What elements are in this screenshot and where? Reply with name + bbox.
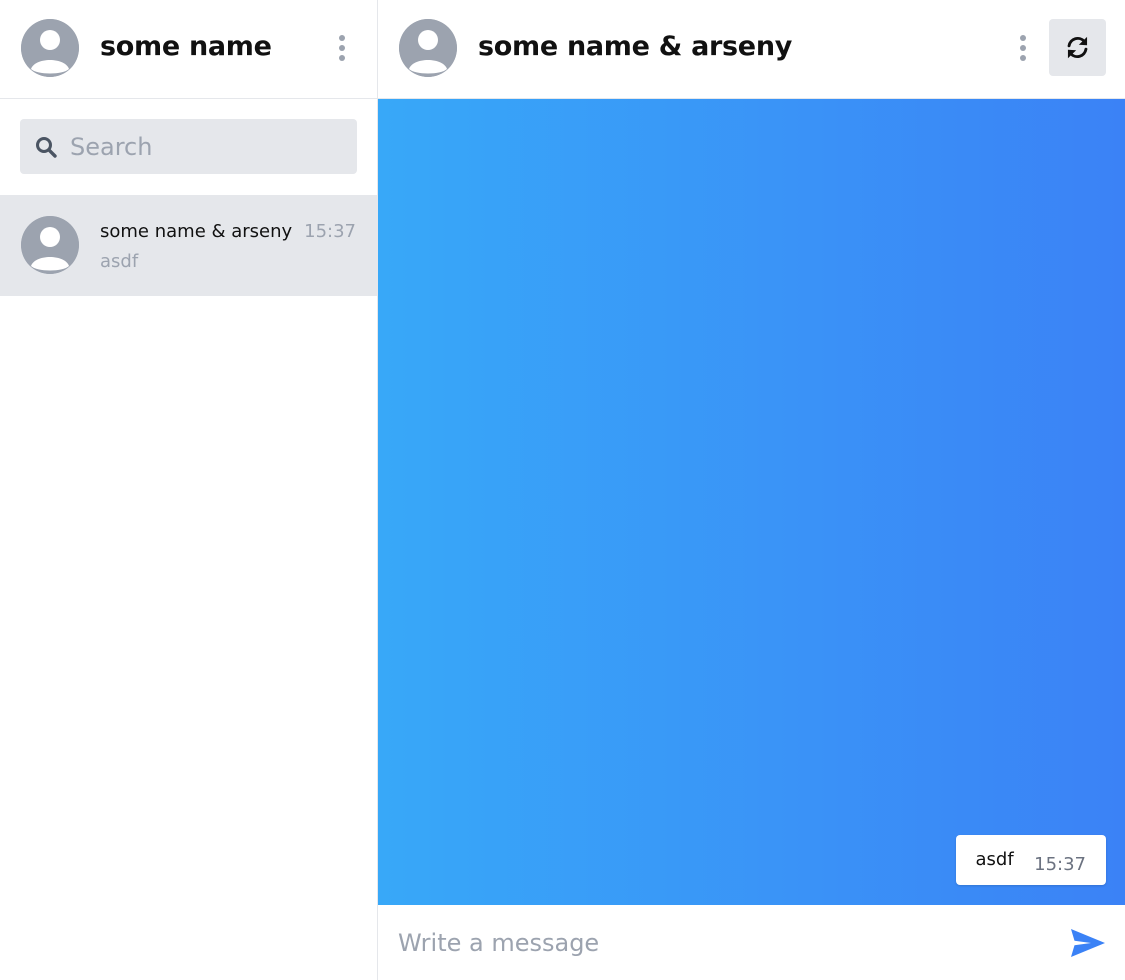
message-time: 15:37: [1034, 854, 1086, 875]
refresh-icon: [1067, 36, 1088, 59]
send-icon: [1071, 929, 1105, 957]
message-bubble: asdf 15:37: [955, 835, 1106, 885]
kebab-menu-icon[interactable]: [330, 30, 354, 66]
conversation-time: 15:37: [304, 221, 356, 242]
message-text: asdf: [975, 849, 1014, 870]
chat-title: some name & arseny: [478, 31, 793, 62]
conversation-name: some name & arseny: [100, 221, 293, 242]
send-button[interactable]: [1070, 928, 1106, 958]
sidebar-header: some name: [0, 0, 377, 99]
search-input[interactable]: [70, 119, 350, 174]
chat-avatar-icon[interactable]: [399, 19, 457, 77]
conversation-preview: asdf: [100, 251, 139, 272]
kebab-menu-icon[interactable]: [1011, 30, 1035, 66]
message-composer: [378, 905, 1125, 980]
profile-name: some name: [100, 31, 272, 62]
refresh-button[interactable]: [1049, 19, 1106, 76]
message-input[interactable]: [398, 905, 1048, 980]
search-box[interactable]: [20, 119, 357, 174]
chat-panel: some name & arseny asdf 15:37: [378, 0, 1125, 980]
contact-avatar-icon: [21, 216, 79, 274]
conversation-item[interactable]: some name & arseny 15:37 asdf: [0, 195, 377, 296]
chat-header: some name & arseny: [378, 0, 1125, 99]
messenger-app: some name some name & arseny 15:37: [0, 0, 1125, 980]
user-avatar-icon[interactable]: [21, 19, 79, 77]
search-icon: [36, 137, 57, 158]
sidebar: some name some name & arseny 15:37: [0, 0, 378, 980]
message-area[interactable]: asdf 15:37: [378, 99, 1125, 905]
